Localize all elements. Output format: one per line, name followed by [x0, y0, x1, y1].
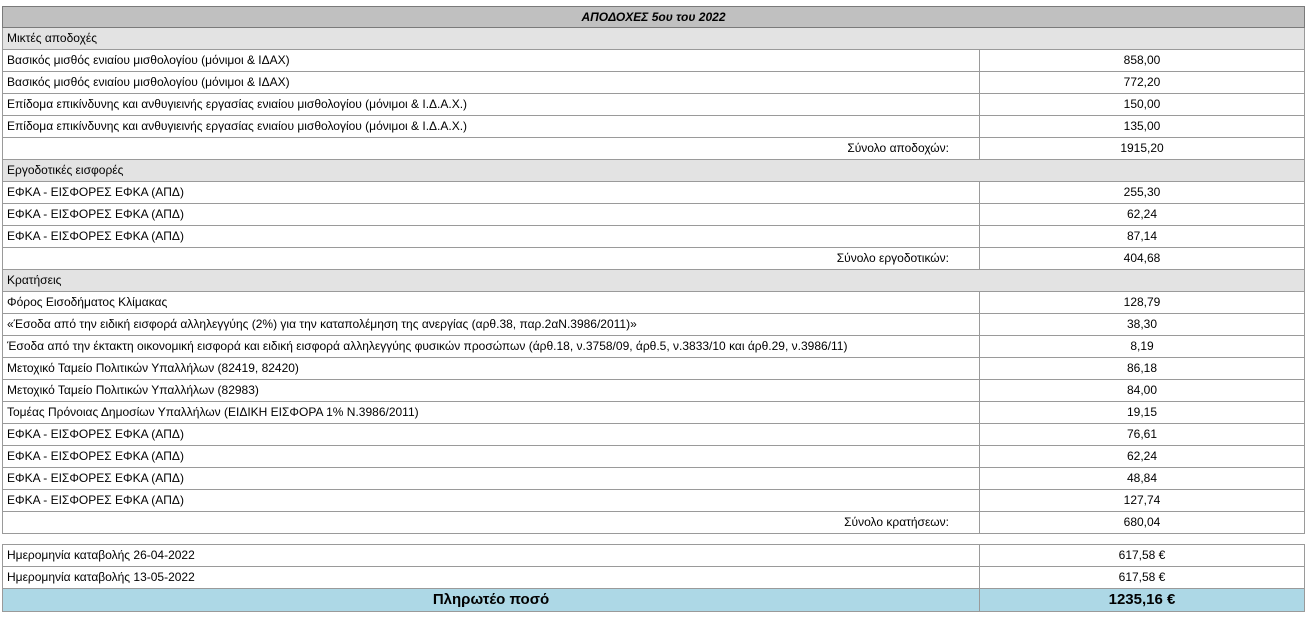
row-value: 84,00 — [978, 379, 1306, 402]
payment-label: Ημερομηνία καταβολής 26-04-2022 — [2, 544, 980, 567]
row-label: ΕΦΚΑ - ΕΙΣΦΟΡΕΣ ΕΦΚΑ (ΑΠΔ) — [2, 423, 980, 446]
row-value: 62,24 — [978, 203, 1306, 226]
table-row: ΕΦΚΑ - ΕΙΣΦΟΡΕΣ ΕΦΚΑ (ΑΠΔ) 62,24 — [2, 203, 1306, 226]
row-label: ΕΦΚΑ - ΕΙΣΦΟΡΕΣ ΕΦΚΑ (ΑΠΔ) — [2, 445, 980, 468]
table-row: ΕΦΚΑ - ΕΙΣΦΟΡΕΣ ΕΦΚΑ (ΑΠΔ) 255,30 — [2, 181, 1306, 204]
section-header-row: Εργοδοτικές εισφορές — [1, 159, 1306, 182]
table-row: Μετοχικό Ταμείο Πολιτικών Υπαλλήλων (829… — [2, 379, 1306, 402]
payment-row: Ημερομηνία καταβολής 13-05-2022 617,58 € — [2, 566, 1305, 589]
section-total-label: Σύνολο εργοδοτικών: — [2, 247, 980, 270]
payroll-sheet: ΑΠΟΔΟΧΕΣ 5ου του 2022 Μικτές αποδοχές Βασ… — [1, 6, 1306, 612]
payable-label: Πληρωτέο ποσό — [2, 588, 980, 612]
section-total-label: Σύνολο κρατήσεων: — [2, 511, 980, 534]
row-label: Μετοχικό Ταμείο Πολιτικών Υπαλλήλων (829… — [2, 379, 980, 402]
row-value: 48,84 — [978, 467, 1306, 490]
table-row: «Έσοδα από την ειδική εισφορά αλληλεγγύη… — [2, 313, 1306, 336]
row-label: Φόρος Εισοδήματος Κλίμακας — [2, 291, 980, 314]
row-label: «Έσοδα από την ειδική εισφορά αλληλεγγύη… — [2, 313, 980, 336]
section-header-row: Μικτές αποδοχές — [1, 27, 1306, 50]
section-total-row: Σύνολο αποδοχών: 1915,20 — [2, 137, 1306, 160]
row-label: ΕΦΚΑ - ΕΙΣΦΟΡΕΣ ΕΦΚΑ (ΑΠΔ) — [2, 203, 980, 226]
payment-value: 617,58 € — [979, 544, 1305, 567]
section-total-label: Σύνολο αποδοχών: — [2, 137, 980, 160]
payment-label: Ημερομηνία καταβολής 13-05-2022 — [2, 566, 980, 589]
row-value: 8,19 — [978, 335, 1306, 358]
table-row: Έσοδα από την έκτακτη οικονομική εισφορά… — [2, 335, 1306, 358]
section-header: Κρατήσεις — [1, 269, 1306, 292]
table-gap — [2, 534, 1304, 544]
section-total-value: 404,68 — [978, 247, 1306, 270]
row-value: 86,18 — [978, 357, 1306, 380]
row-value: 255,30 — [978, 181, 1306, 204]
section-total-value: 1915,20 — [978, 137, 1306, 160]
earnings-table: ΑΠΟΔΟΧΕΣ 5ου του 2022 Μικτές αποδοχές Βασ… — [1, 6, 1306, 534]
row-value: 128,79 — [978, 291, 1306, 314]
table-row: ΕΦΚΑ - ΕΙΣΦΟΡΕΣ ΕΦΚΑ (ΑΠΔ) 76,61 — [2, 423, 1306, 446]
payment-value: 617,58 € — [979, 566, 1305, 589]
row-value: 858,00 — [978, 49, 1306, 72]
row-label: ΕΦΚΑ - ΕΙΣΦΟΡΕΣ ΕΦΚΑ (ΑΠΔ) — [2, 489, 980, 512]
row-value: 150,00 — [978, 93, 1306, 116]
row-value: 19,15 — [978, 401, 1306, 424]
section-total-row: Σύνολο εργοδοτικών: 404,68 — [2, 247, 1306, 270]
row-value: 76,61 — [978, 423, 1306, 446]
row-label: Μετοχικό Ταμείο Πολιτικών Υπαλλήλων (824… — [2, 357, 980, 380]
row-label: Έσοδα από την έκτακτη οικονομική εισφορά… — [2, 335, 980, 358]
table-row: Φόρος Εισοδήματος Κλίμακας 128,79 — [2, 291, 1306, 314]
row-value: 772,20 — [978, 71, 1306, 94]
section-header: Μικτές αποδοχές — [1, 27, 1306, 50]
payable-row: Πληρωτέο ποσό 1235,16 € — [2, 588, 1305, 612]
row-label: ΕΦΚΑ - ΕΙΣΦΟΡΕΣ ΕΦΚΑ (ΑΠΔ) — [2, 467, 980, 490]
row-label: Επίδομα επικίνδυνης και ανθυγιεινής εργα… — [2, 115, 980, 138]
table-row: Μετοχικό Ταμείο Πολιτικών Υπαλλήλων (824… — [2, 357, 1306, 380]
row-label: ΕΦΚΑ - ΕΙΣΦΟΡΕΣ ΕΦΚΑ (ΑΠΔ) — [2, 225, 980, 248]
table-row: Επίδομα επικίνδυνης και ανθυγιεινής εργα… — [2, 93, 1306, 116]
row-label: Τομέας Πρόνοιας Δημοσίων Υπαλλήλων (ΕΙΔΙ… — [2, 401, 980, 424]
payable-value: 1235,16 € — [979, 588, 1305, 612]
table-row: Βασικός μισθός ενιαίου μισθολογίου (μόνι… — [2, 49, 1306, 72]
section-total-value: 680,04 — [978, 511, 1306, 534]
row-label: Βασικός μισθός ενιαίου μισθολογίου (μόνι… — [2, 71, 980, 94]
section-header: Εργοδοτικές εισφορές — [1, 159, 1306, 182]
table-row: Επίδομα επικίνδυνης και ανθυγιεινής εργα… — [2, 115, 1306, 138]
row-value: 62,24 — [978, 445, 1306, 468]
row-label: Βασικός μισθός ενιαίου μισθολογίου (μόνι… — [2, 49, 980, 72]
row-label: Επίδομα επικίνδυνης και ανθυγιεινής εργα… — [2, 93, 980, 116]
row-value: 135,00 — [978, 115, 1306, 138]
table-row: ΕΦΚΑ - ΕΙΣΦΟΡΕΣ ΕΦΚΑ (ΑΠΔ) 62,24 — [2, 445, 1306, 468]
table-row: ΕΦΚΑ - ΕΙΣΦΟΡΕΣ ΕΦΚΑ (ΑΠΔ) 127,74 — [2, 489, 1306, 512]
row-label: ΕΦΚΑ - ΕΙΣΦΟΡΕΣ ΕΦΚΑ (ΑΠΔ) — [2, 181, 980, 204]
payment-row: Ημερομηνία καταβολής 26-04-2022 617,58 € — [2, 544, 1305, 567]
row-value: 87,14 — [978, 225, 1306, 248]
table-row: ΕΦΚΑ - ΕΙΣΦΟΡΕΣ ΕΦΚΑ (ΑΠΔ) 87,14 — [2, 225, 1306, 248]
table-row: Τομέας Πρόνοιας Δημοσίων Υπαλλήλων (ΕΙΔΙ… — [2, 401, 1306, 424]
table-title: ΑΠΟΔΟΧΕΣ 5ου του 2022 — [1, 6, 1306, 28]
table-row: ΕΦΚΑ - ΕΙΣΦΟΡΕΣ ΕΦΚΑ (ΑΠΔ) 48,84 — [2, 467, 1306, 490]
section-total-row: Σύνολο κρατήσεων: 680,04 — [2, 511, 1306, 534]
row-value: 127,74 — [978, 489, 1306, 512]
section-header-row: Κρατήσεις — [1, 269, 1306, 292]
payments-table: Ημερομηνία καταβολής 26-04-2022 617,58 €… — [2, 544, 1305, 612]
row-value: 38,30 — [978, 313, 1306, 336]
table-title-row: ΑΠΟΔΟΧΕΣ 5ου του 2022 — [1, 6, 1306, 28]
table-row: Βασικός μισθός ενιαίου μισθολογίου (μόνι… — [2, 71, 1306, 94]
